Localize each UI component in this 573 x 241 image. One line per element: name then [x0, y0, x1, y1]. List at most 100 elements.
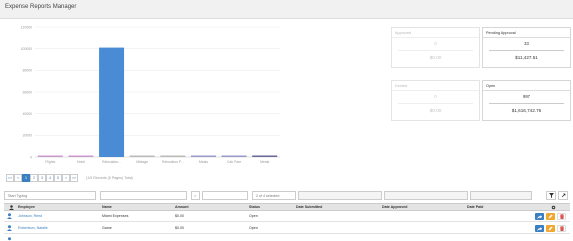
page-4-button[interactable]: 4	[46, 174, 54, 182]
table-row[interactable]	[4, 235, 570, 241]
employee-link[interactable]: Johnson, Reed	[18, 214, 42, 218]
report-name: Game	[102, 226, 112, 230]
employee-filter-input[interactable]: Start Typing	[4, 191, 96, 200]
chart-bar	[160, 155, 186, 157]
report-amount: $0.00	[175, 226, 184, 230]
column-header-status[interactable]: Status	[249, 205, 260, 209]
y-tick-label: 20000	[23, 134, 33, 138]
avatar-icon	[7, 213, 12, 219]
denied-count: 0	[434, 94, 437, 99]
y-tick-label: 100000	[21, 47, 32, 51]
denied-card-label: Denied	[392, 81, 479, 91]
page-1-button[interactable]: 1	[22, 174, 30, 182]
avatar-icon	[8, 237, 11, 241]
denied-amount: $0.00	[429, 108, 442, 113]
open-count: 997	[523, 94, 530, 99]
x-tick-label: Cab Fare	[227, 160, 241, 164]
chart-svg: 0 20000 40000 60000 80000 100000 120000 Flights…	[21, 25, 280, 164]
pending-approval-card[interactable]: Pending Approval 33 $11,427.51	[482, 27, 571, 68]
column-header-employee[interactable]: Employee	[18, 205, 35, 209]
y-tick-label: 120000	[21, 25, 32, 29]
page-3-button[interactable]: 3	[38, 174, 46, 182]
table-row[interactable]: Robertson, Natalie Game $0.00 Open	[4, 223, 570, 234]
pencil-icon	[548, 226, 553, 231]
chart-bar	[129, 155, 155, 157]
chart-bar	[221, 155, 247, 157]
trash-icon	[559, 226, 564, 231]
prev-page-button[interactable]: <	[14, 174, 22, 182]
open-card[interactable]: Open 997 $1,616,742.76	[482, 80, 571, 121]
pending-amount: $11,427.51	[515, 55, 538, 60]
edit-button[interactable]	[546, 225, 555, 232]
page-2-button[interactable]: 2	[30, 174, 38, 182]
last-page-button[interactable]: >>	[70, 174, 78, 182]
gear-icon[interactable]	[551, 205, 556, 210]
table-header: Employee Name Amount Status Date Submitt…	[4, 203, 570, 211]
name-filter-input[interactable]	[100, 191, 187, 200]
pending-count: 33	[524, 41, 529, 46]
chart-bar	[99, 47, 125, 157]
chart-bar	[190, 155, 216, 157]
page-5-button[interactable]: 5	[54, 174, 62, 182]
column-header-date-submitted[interactable]: Date Submitted	[296, 205, 322, 209]
delete-button[interactable]	[557, 213, 566, 220]
filter-button[interactable]	[546, 191, 556, 200]
x-tick-label: Meals	[199, 160, 208, 164]
y-tick-label: 0	[30, 155, 32, 159]
next-page-button[interactable]: >	[62, 174, 70, 182]
column-header-amount[interactable]: Amount	[175, 205, 189, 209]
share-icon	[537, 226, 542, 231]
y-tick-label: 40000	[23, 112, 33, 116]
employee-link[interactable]: Robertson, Natalie	[18, 226, 48, 230]
delete-button[interactable]	[557, 225, 566, 232]
user-icon	[9, 205, 14, 210]
amount-filter-input[interactable]	[202, 191, 248, 200]
filter-icon	[548, 193, 554, 198]
date-submitted-filter[interactable]	[298, 191, 382, 200]
open-amount: $1,616,742.76	[511, 108, 542, 113]
report-status: Open	[249, 214, 258, 218]
divider	[489, 50, 564, 51]
x-tick-label: Relocation...	[102, 160, 121, 164]
first-page-button[interactable]: <<	[6, 174, 14, 182]
pencil-icon	[548, 214, 553, 219]
table-row[interactable]: Johnson, Reed Miami Expenses $0.00 Open	[4, 211, 570, 222]
open-button[interactable]	[535, 225, 544, 232]
x-tick-label: Flights	[45, 160, 55, 164]
y-tick-label: 80000	[23, 69, 33, 73]
clear-filter-button[interactable]	[558, 191, 568, 200]
column-header-date-approved[interactable]: Date Approved	[382, 205, 407, 209]
pending-card-label: Pending Approval	[483, 28, 570, 38]
approved-card-label: Approved	[392, 28, 479, 38]
clear-filter-icon	[561, 193, 565, 198]
share-icon	[537, 214, 542, 219]
amount-operator-select[interactable]: =	[191, 191, 200, 200]
denied-card[interactable]: Denied 0 $0.00	[391, 80, 480, 121]
expense-chart: 0 20000 40000 60000 80000 100000 120000 Flights…	[0, 22, 285, 167]
report-amount: $0.00	[175, 214, 184, 218]
status-filter-select[interactable]: 2 of 4 selected	[252, 191, 296, 200]
pager-info: (1/5 Records (5 Pages) Total)	[86, 176, 133, 180]
x-tick-label: Hotel	[77, 160, 85, 164]
chart-bar	[68, 155, 94, 157]
report-status: Open	[249, 226, 258, 230]
approved-card[interactable]: Approved 0 $0.00	[391, 27, 480, 68]
column-header-date-paid[interactable]: Date Paid	[467, 205, 483, 209]
edit-button[interactable]	[546, 213, 555, 220]
approved-count: 0	[434, 41, 437, 46]
filter-row: Start Typing = 2 of 4 selected	[4, 191, 570, 201]
x-tick-label: Mileage	[136, 160, 148, 164]
y-tick-label: 60000	[23, 90, 33, 94]
divider	[398, 50, 473, 51]
divider	[398, 103, 473, 104]
approved-amount: $0.00	[429, 55, 442, 60]
date-approved-filter[interactable]	[384, 191, 468, 200]
column-header-name[interactable]: Name	[102, 205, 112, 209]
open-card-label: Open	[483, 81, 570, 91]
x-tick-label: Relocation P...	[162, 160, 184, 164]
trash-icon	[559, 214, 564, 219]
pagination: << < 1 2 3 4 5 > >> (1/5 Records (5 Page…	[6, 174, 133, 182]
chart-bar	[252, 155, 278, 157]
open-button[interactable]	[535, 213, 544, 220]
date-paid-filter[interactable]	[470, 191, 532, 200]
